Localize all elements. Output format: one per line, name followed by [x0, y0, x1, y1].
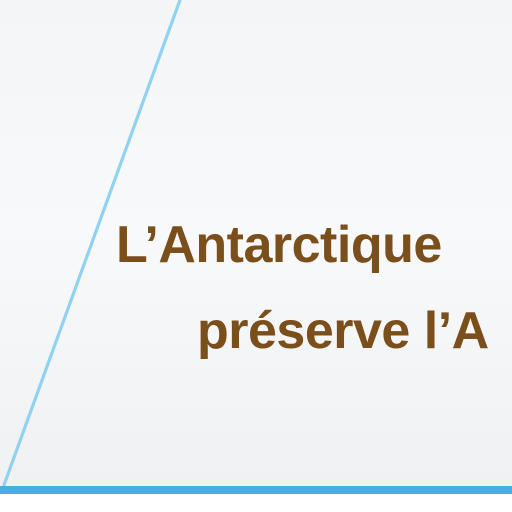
headline-line-1: L’Antarctique	[116, 216, 442, 274]
headline-line-2: préserve l’A	[197, 302, 489, 360]
slide-canvas: L’Antarctique préserve l’A	[0, 0, 512, 512]
bottom-strip	[0, 494, 512, 512]
bottom-bar	[0, 486, 512, 494]
